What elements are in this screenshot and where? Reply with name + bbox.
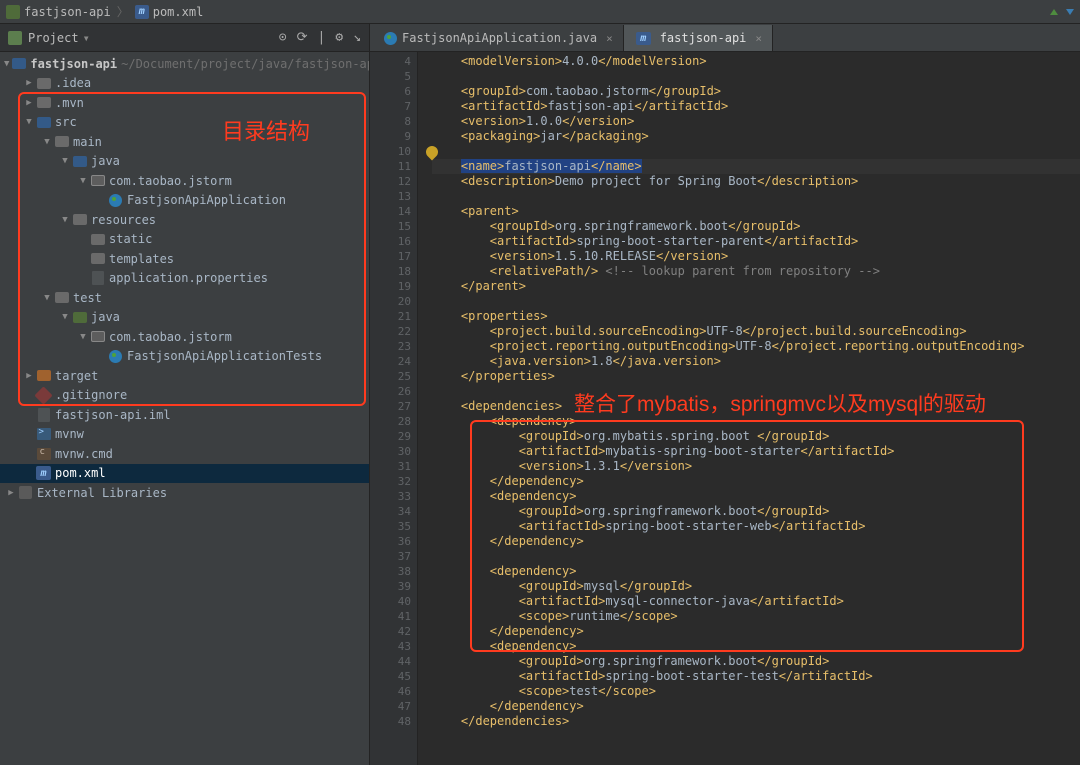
toolbar-icon[interactable]: ⚙ (335, 30, 343, 45)
tree-row[interactable]: ▼java (0, 152, 369, 172)
close-icon[interactable]: × (755, 32, 762, 45)
tree-row[interactable]: ▼resources (0, 210, 369, 230)
tree-row[interactable]: ▼main (0, 132, 369, 152)
tree-row[interactable]: mpom.xml (0, 464, 369, 484)
tree-row[interactable]: ▼test (0, 288, 369, 308)
editor-code[interactable]: <modelVersion>4.0.0</modelVersion> <grou… (418, 52, 1080, 765)
project-icon (6, 5, 20, 19)
tree-row[interactable]: ▶.mvn (0, 93, 369, 113)
tree-row[interactable]: ▶External Libraries (0, 483, 369, 503)
project-tree[interactable]: ▼fastjson-api~/Document/project/java/fas… (0, 52, 369, 765)
tree-row[interactable]: application.properties (0, 269, 369, 289)
tree-row[interactable]: ▶.idea (0, 74, 369, 94)
toolbar-icon[interactable]: ⊙ (279, 30, 287, 45)
tree-row[interactable]: ▼src (0, 113, 369, 133)
tree-row-root[interactable]: ▼fastjson-api~/Document/project/java/fas… (0, 54, 369, 74)
tree-row[interactable]: mvnw (0, 425, 369, 445)
maven-icon: m (135, 5, 149, 19)
editor-tab[interactable]: mfastjson-api× (624, 25, 773, 51)
tree-row[interactable]: ▶target (0, 366, 369, 386)
toolbar-icon[interactable]: | (318, 30, 326, 45)
toolbar-icon[interactable]: ↘ (353, 30, 361, 45)
tree-row[interactable]: FastjsonApiApplicationTests (0, 347, 369, 367)
close-icon[interactable]: × (606, 32, 613, 45)
tree-row[interactable]: fastjson-api.iml (0, 405, 369, 425)
tree-row[interactable]: ▼com.taobao.jstorm (0, 171, 369, 191)
editor-tabs: FastjsonApiApplication.java×mfastjson-ap… (370, 24, 1080, 52)
tree-row[interactable]: ▼java (0, 308, 369, 328)
tree-row[interactable]: ▼com.taobao.jstorm (0, 327, 369, 347)
project-panel-header: Project ▾ ⊙ ⟳ | ⚙ ↘ (0, 24, 369, 52)
editor-area: FastjsonApiApplication.java×mfastjson-ap… (370, 24, 1080, 765)
breadcrumb-bar: fastjson-api 〉 m pom.xml (0, 0, 1080, 24)
tree-row[interactable]: mvnw.cmd (0, 444, 369, 464)
git-pull-icon[interactable] (1066, 9, 1074, 15)
project-panel: Project ▾ ⊙ ⟳ | ⚙ ↘ ▼fastjson-api~/Document/… (0, 24, 370, 765)
breadcrumb-project[interactable]: fastjson-api (24, 5, 111, 19)
toolbar-icon[interactable]: ⟳ (297, 30, 308, 45)
editor-gutter: 4567891011121314151617181920212223242526… (370, 52, 418, 765)
editor-tab[interactable]: FastjsonApiApplication.java× (374, 25, 624, 51)
git-push-icon[interactable] (1050, 9, 1058, 15)
tree-row[interactable]: .gitignore (0, 386, 369, 406)
chevron-right-icon: 〉 (117, 3, 129, 20)
project-panel-icon (8, 31, 22, 45)
breadcrumb-file[interactable]: pom.xml (153, 5, 204, 19)
dropdown-icon[interactable]: ▾ (83, 31, 90, 45)
tree-row[interactable]: FastjsonApiApplication (0, 191, 369, 211)
tree-row[interactable]: templates (0, 249, 369, 269)
tree-row[interactable]: static (0, 230, 369, 250)
project-panel-title[interactable]: Project (28, 31, 79, 45)
